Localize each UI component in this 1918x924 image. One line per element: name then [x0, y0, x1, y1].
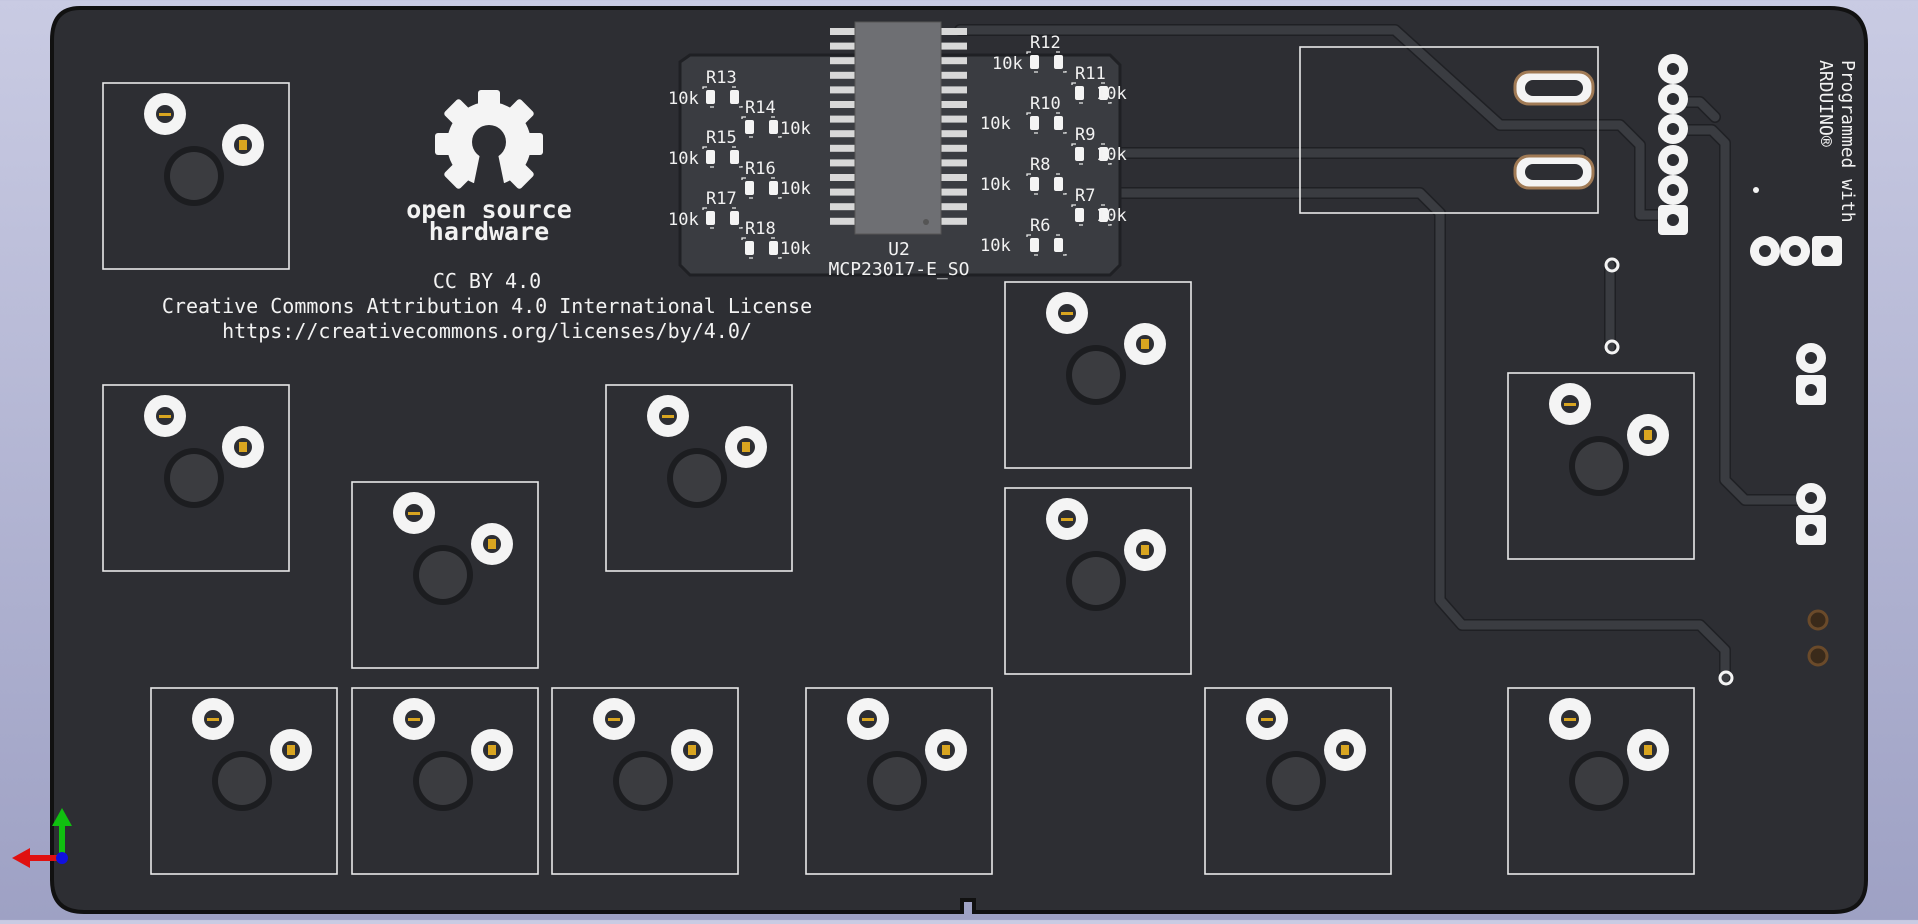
ic-pin [830, 42, 856, 50]
resistor-ref: R17 [706, 189, 737, 209]
ic-pin [941, 101, 967, 108]
header-pin [1796, 375, 1826, 405]
license-short: CC BY 4.0 [433, 269, 541, 293]
resistor-value: 10k [1096, 84, 1127, 104]
resistor-ref: R18 [745, 219, 776, 239]
header-pin [1658, 114, 1688, 144]
ic-pin [941, 203, 967, 211]
ic-pin [941, 174, 967, 181]
resistor-value: 10k [1096, 206, 1127, 226]
resistor-ref: R13 [706, 68, 737, 88]
ic-pin [830, 217, 856, 225]
resistor-value: 10k [668, 149, 699, 169]
resistor-value: 10k [668, 210, 699, 230]
license-full: Creative Commons Attribution 4.0 Interna… [162, 294, 812, 318]
resistor-ref: R12 [1030, 33, 1061, 53]
ic-pin [830, 203, 856, 211]
ic-pin [941, 188, 967, 196]
header-pin [1658, 145, 1688, 175]
svg-text:Programmed with: Programmed with [1837, 60, 1858, 223]
ic-ref: U2 [888, 239, 910, 260]
header-pin [1796, 515, 1826, 545]
resistor-value: 10k [980, 236, 1011, 256]
ic-pin [830, 144, 856, 152]
resistor-value: 10k [780, 239, 811, 259]
resistor-ref: R8 [1030, 155, 1050, 175]
resistor-ref: R7 [1075, 186, 1095, 206]
resistor-value: 10k [1096, 145, 1127, 165]
resistor-ref: R15 [706, 128, 737, 148]
header-pin [1812, 236, 1842, 266]
ic-pin [830, 101, 856, 108]
ic-pin [830, 188, 856, 196]
ic-value: MCP23017-E_SO [829, 259, 970, 280]
resistor-value: 10k [980, 114, 1011, 134]
resistor-ref: R6 [1030, 216, 1050, 236]
header-pin [1658, 84, 1688, 114]
ic-pin [941, 71, 967, 79]
resistor-ref: R10 [1030, 94, 1061, 114]
svg-text:ARDUINO®: ARDUINO® [1815, 60, 1836, 147]
oshw-text-line2: hardware [429, 217, 549, 246]
ic-pin [830, 57, 856, 65]
header-pin [1780, 236, 1810, 266]
resistor-value: 10k [980, 175, 1011, 195]
ic-pin [830, 86, 856, 94]
ic-pin [941, 115, 967, 123]
resistor-ref: R16 [745, 159, 776, 179]
ic-pin [830, 130, 856, 138]
resistor-value: 10k [780, 179, 811, 199]
header-pin [1796, 343, 1826, 373]
license-url: https://creativecommons.org/licenses/by/… [222, 319, 752, 343]
header-pin [1658, 54, 1688, 84]
ic-pin [941, 144, 967, 152]
resistor-value: 10k [668, 89, 699, 109]
ic-pin [941, 159, 967, 167]
axis-indicator-icon [12, 808, 72, 868]
ic-pin [941, 217, 967, 225]
resistor-value: 10k [992, 54, 1023, 74]
header-pin [1796, 483, 1826, 513]
resistor-ref: R14 [745, 98, 776, 118]
ic-pin [941, 57, 967, 65]
pcb-render: open source hardware CC BY 4.0 Creative … [12, 6, 1868, 914]
ic-pin [941, 28, 967, 35]
header-pin [1658, 205, 1688, 235]
resistor-ref: R9 [1075, 125, 1095, 145]
ic-pin [830, 28, 856, 35]
ic-pin [941, 130, 967, 138]
ic-pin [941, 86, 967, 94]
ic-pin [830, 71, 856, 79]
header-pin [1658, 175, 1688, 205]
ic-body [854, 21, 942, 235]
resistor-value: 10k [780, 119, 811, 139]
resistor-ref: R11 [1075, 64, 1106, 84]
pcb-3d-viewer[interactable]: open source hardware CC BY 4.0 Creative … [0, 0, 1918, 920]
header-pin [1750, 236, 1780, 266]
ic-pin [830, 115, 856, 123]
ic-pin [941, 42, 967, 50]
ic-pin [830, 174, 856, 181]
ic-pin [830, 159, 856, 167]
